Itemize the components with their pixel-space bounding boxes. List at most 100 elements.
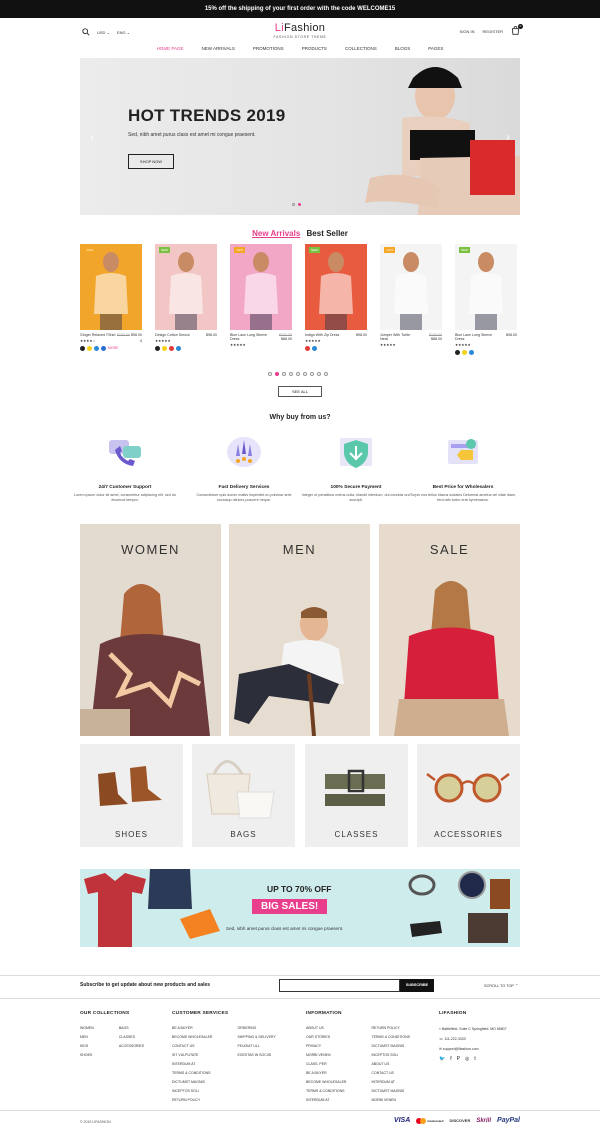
footer-link[interactable]: DICTUMST MAGNIS — [371, 1087, 410, 1096]
footer-link[interactable]: ABOUT US — [306, 1024, 346, 1033]
subcategory-bags[interactable]: BAGS — [192, 744, 295, 847]
footer-link[interactable]: RETURN POLICY — [172, 1096, 212, 1105]
register-link[interactable]: REGISTER — [483, 29, 503, 34]
carousel-dot[interactable] — [282, 372, 286, 376]
instagram-icon[interactable]: ◎ — [465, 1056, 469, 1062]
footer-link[interactable]: MORBI VENEN — [371, 1096, 410, 1105]
twitter-icon[interactable]: 🐦 — [439, 1056, 445, 1062]
see-all-button[interactable]: SEE ALL — [278, 386, 322, 397]
footer-link[interactable]: SHIPPING & DELIVERY — [237, 1033, 275, 1042]
nav-home[interactable]: HOME PAGE — [157, 46, 184, 58]
carousel-dot[interactable] — [317, 372, 321, 376]
footer-link[interactable]: PRIVACY — [306, 1042, 346, 1051]
color-swatch[interactable] — [87, 346, 92, 351]
product-card[interactable]: -10% Ginger Relaxed TShirt $100.00 $98.00 ★… — [80, 244, 142, 351]
product-image[interactable]: -10% — [80, 244, 142, 330]
footer-link[interactable]: INCEPTOS SOLI — [172, 1087, 212, 1096]
nav-new-arrivals[interactable]: NEW ARRIVALS — [201, 46, 234, 58]
product-image[interactable]: -10% — [380, 244, 442, 330]
tab-new-arrivals[interactable]: New Arrivals — [252, 229, 300, 238]
slide-dot[interactable] — [292, 203, 295, 206]
color-swatch[interactable] — [94, 346, 99, 351]
color-swatch[interactable] — [176, 346, 181, 351]
color-swatch[interactable] — [462, 350, 467, 355]
product-image[interactable]: -10% — [230, 244, 292, 330]
color-swatch[interactable] — [455, 350, 460, 355]
nav-blogs[interactable]: BLOGS — [395, 46, 411, 58]
nav-pages[interactable]: PAGES — [428, 46, 443, 58]
more-colors-link[interactable]: MORE — [108, 346, 119, 351]
product-card[interactable]: -10% Blue Lace Long Sleeve Dress $100.00 $… — [230, 244, 292, 350]
category-sale[interactable]: SALE — [379, 524, 520, 736]
footer-link[interactable]: INTERDUM AT — [306, 1096, 346, 1105]
footer-link[interactable]: INTERDUM AT — [172, 1060, 212, 1069]
category-men[interactable]: MEN — [229, 524, 370, 736]
carousel-dot[interactable] — [296, 372, 300, 376]
carousel-dot[interactable] — [289, 372, 293, 376]
prev-arrow-icon[interactable]: ‹ — [90, 130, 94, 144]
footer-link[interactable]: OUR STORIES — [306, 1033, 346, 1042]
footer-link[interactable]: ORDERING — [237, 1024, 275, 1033]
footer-link[interactable]: TERMS & CONDITIONS — [172, 1069, 212, 1078]
category-women[interactable]: WOMEN — [80, 524, 221, 736]
facebook-icon[interactable]: f — [450, 1056, 451, 1062]
footer-link[interactable]: WOMEN — [80, 1024, 94, 1033]
scroll-to-top-link[interactable]: SCROLL TO TOP ⌃ — [484, 983, 518, 988]
product-name[interactable]: Design Cotton Smock — [155, 333, 190, 337]
footer-link[interactable]: CONTACT US — [172, 1042, 212, 1051]
footer-link[interactable]: SIT VULPUTATE — [172, 1051, 212, 1060]
nav-products[interactable]: PRODUCTS — [302, 46, 327, 58]
color-swatch[interactable] — [80, 346, 85, 351]
carousel-dot[interactable] — [310, 372, 314, 376]
footer-link[interactable]: DICTUMST MAGNIS — [371, 1042, 410, 1051]
product-name[interactable]: Ginger Relaxed TShirt — [80, 333, 116, 337]
subscribe-button[interactable]: SUBSCRIBE — [400, 979, 434, 992]
footer-link[interactable]: BECOME WHOLESALER — [172, 1033, 212, 1042]
footer-link[interactable]: CLASSES — [119, 1033, 144, 1042]
slide-dot-active[interactable] — [298, 203, 301, 206]
footer-link[interactable]: BAGS — [119, 1024, 144, 1033]
color-swatch[interactable] — [312, 346, 317, 351]
product-image[interactable]: NEW — [455, 244, 517, 330]
signin-link[interactable]: SIGN IN — [460, 29, 475, 34]
footer-link[interactable]: TERMS & CONDITIONS — [371, 1033, 410, 1042]
footer-link[interactable]: BECOME WHOLESALER — [306, 1078, 346, 1087]
subcategory-shoes[interactable]: SHOES — [80, 744, 183, 847]
color-swatch[interactable] — [155, 346, 160, 351]
product-image[interactable]: NEW — [155, 244, 217, 330]
footer-link[interactable]: DICTUMST MAGNIS — [172, 1078, 212, 1087]
product-card[interactable]: NEW Blue Lace Long Sleeve Dress $98.00 ★★★… — [455, 244, 517, 355]
product-name[interactable]: Jumper With Turtle Neck — [380, 333, 418, 341]
footer-link[interactable]: ACCESSORIES — [119, 1042, 144, 1051]
product-name[interactable]: Blue Lace Long Sleeve Dress — [455, 333, 493, 341]
product-name[interactable]: Indigo With Zip Dress — [305, 333, 339, 337]
footer-email[interactable]: support@lifashion.com — [443, 1047, 479, 1051]
color-swatch[interactable] — [469, 350, 474, 355]
footer-link[interactable]: EGESTAS IN SOCIIS — [237, 1051, 275, 1060]
sale-banner[interactable]: UP TO 70% OFF BIG SALES! Sed, nibh amet … — [80, 869, 520, 947]
product-card[interactable]: NEW Indigo With Zip Dress $98.00 ★★★★★ — [305, 244, 367, 351]
footer-link[interactable]: ABOUT US — [371, 1060, 410, 1069]
product-name[interactable]: Blue Lace Long Sleeve Dress — [230, 333, 268, 341]
carousel-dot[interactable] — [303, 372, 307, 376]
next-arrow-icon[interactable]: › — [506, 130, 510, 144]
footer-link[interactable]: FEUGIAT ULL — [237, 1042, 275, 1051]
subcategory-classes[interactable]: CLASSES — [305, 744, 408, 847]
footer-phone[interactable]: 111-222-3333 — [444, 1037, 465, 1041]
footer-link[interactable]: TERMS & CONDITIONS — [306, 1087, 346, 1096]
footer-link[interactable]: INCEPTOS SOLI — [371, 1051, 410, 1060]
pinterest-icon[interactable]: P — [457, 1056, 460, 1062]
footer-link[interactable]: CONTACT US — [371, 1069, 410, 1078]
footer-link[interactable]: BE A BUYER — [172, 1024, 212, 1033]
product-card[interactable]: -10% Jumper With Turtle Neck $100.00 $88.0… — [380, 244, 442, 350]
carousel-dot[interactable] — [324, 372, 328, 376]
cart-button[interactable]: 0 — [511, 24, 523, 36]
shop-now-button[interactable]: SHOP NOW — [128, 154, 174, 169]
footer-link[interactable]: INTERDUM AT — [371, 1078, 410, 1087]
color-swatch[interactable] — [169, 346, 174, 351]
carousel-dot-active[interactable] — [275, 372, 279, 376]
footer-link[interactable]: KIDS — [80, 1042, 94, 1051]
footer-link[interactable]: MORBI VENEN — [306, 1051, 346, 1060]
footer-link[interactable]: SHOES — [80, 1051, 94, 1060]
footer-link[interactable]: CLASS. PER — [306, 1060, 346, 1069]
